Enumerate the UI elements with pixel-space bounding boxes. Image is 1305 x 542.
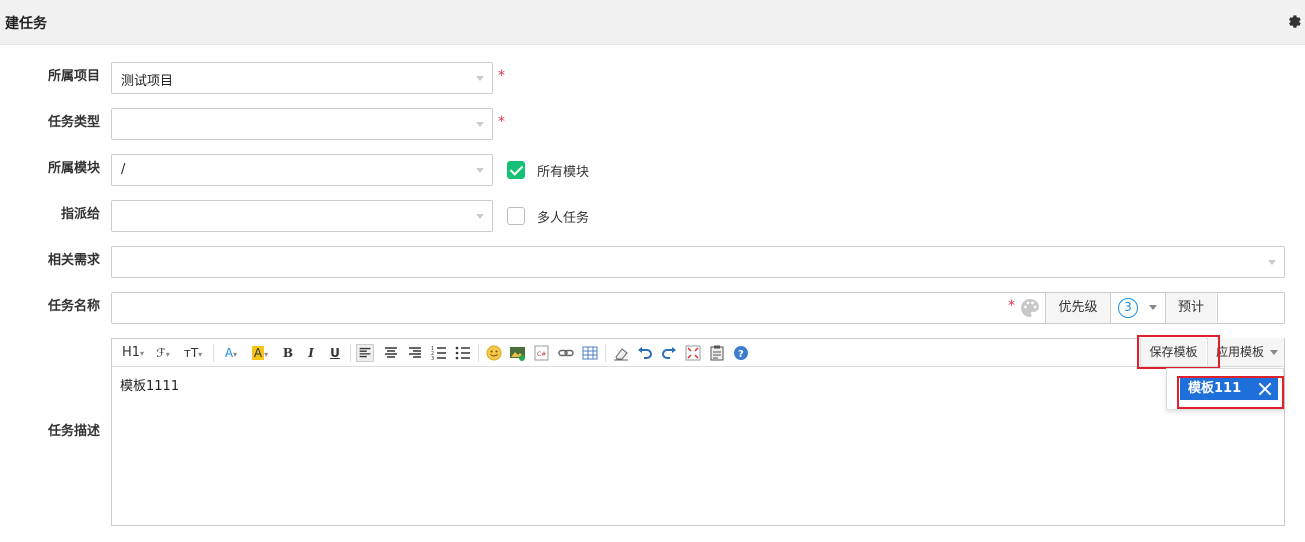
eraser-icon[interactable]	[612, 344, 630, 362]
code-icon[interactable]: C#	[533, 344, 551, 362]
align-right-icon[interactable]	[406, 344, 424, 362]
underline-button[interactable]: U	[327, 344, 343, 362]
help-icon[interactable]: ?	[732, 344, 750, 362]
image-icon[interactable]	[509, 344, 527, 362]
emoticon-icon[interactable]	[485, 344, 503, 362]
task-name-label: 任务名称	[47, 299, 100, 314]
project-select[interactable]: 测试项目	[111, 62, 493, 94]
chevron-down-icon	[476, 214, 484, 219]
align-left-icon[interactable]	[356, 344, 374, 362]
chevron-down-icon	[476, 168, 484, 173]
chevron-down-icon	[476, 76, 484, 81]
module-value: /	[121, 162, 126, 177]
all-modules-label: 所有模块	[537, 165, 590, 180]
estimate-label: 预计	[1165, 293, 1216, 323]
highlight-box	[1137, 335, 1220, 369]
assignee-select[interactable]	[111, 200, 493, 232]
table-icon[interactable]	[581, 344, 599, 362]
font-family-button[interactable]: ℱ▾	[152, 344, 174, 362]
project-value: 测试项目	[121, 74, 174, 89]
story-label: 相关需求	[47, 253, 100, 268]
project-label: 所属项目	[47, 69, 100, 84]
story-select[interactable]	[111, 246, 1285, 278]
description-label: 任务描述	[47, 424, 100, 439]
module-label: 所属模块	[47, 161, 100, 176]
align-center-icon[interactable]	[382, 344, 400, 362]
gear-icon[interactable]	[1286, 13, 1304, 31]
ordered-list-icon[interactable]: 123	[430, 344, 448, 362]
bold-button[interactable]: B	[280, 344, 296, 362]
link-icon[interactable]	[557, 344, 575, 362]
all-modules-checkbox[interactable]	[507, 161, 525, 179]
task-type-select[interactable]	[111, 108, 493, 140]
required-mark: *	[1008, 298, 1015, 314]
task-name-input[interactable]	[113, 294, 1003, 322]
multi-task-checkbox[interactable]	[507, 207, 525, 225]
svg-text:?: ?	[738, 349, 744, 360]
multi-task-label: 多人任务	[537, 211, 590, 226]
required-mark: *	[498, 68, 505, 84]
module-select[interactable]: /	[111, 154, 493, 186]
undo-icon[interactable]	[636, 344, 654, 362]
italic-button[interactable]: I	[303, 344, 319, 362]
rich-text-editor: H1▾ ℱ▾ тT▾ A▾ A ▾ B I U 123 C# ? 模板1111	[111, 338, 1285, 526]
palette-icon[interactable]	[1020, 298, 1040, 318]
apply-template-label: 应用模板	[1216, 345, 1265, 359]
editor-content[interactable]: 模板1111	[120, 375, 179, 394]
assignee-label: 指派给	[60, 207, 100, 222]
page-title: 建任务	[5, 16, 47, 32]
priority-select[interactable]: 3	[1110, 293, 1165, 323]
heading-button[interactable]: H1▾	[120, 344, 146, 362]
chevron-down-icon	[476, 122, 484, 127]
task-type-label: 任务类型	[47, 115, 100, 130]
chevron-down-icon	[1268, 260, 1276, 265]
priority-label: 优先级	[1045, 293, 1110, 323]
font-size-button[interactable]: тT▾	[180, 344, 206, 362]
unordered-list-icon[interactable]	[454, 344, 472, 362]
page-header: 建任务	[0, 0, 1305, 45]
svg-text:3: 3	[431, 356, 434, 362]
chevron-down-icon	[1270, 350, 1278, 355]
paste-icon[interactable]	[708, 344, 726, 362]
highlight-box	[1177, 376, 1284, 409]
chevron-down-icon	[1149, 305, 1157, 310]
redo-icon[interactable]	[660, 344, 678, 362]
svg-text:C#: C#	[537, 351, 546, 358]
estimate-input[interactable]	[1217, 294, 1283, 322]
priority-value: 3	[1118, 298, 1138, 318]
required-mark: *	[498, 114, 505, 130]
bg-color-button[interactable]: A ▾	[248, 344, 272, 362]
editor-toolbar: H1▾ ℱ▾ тT▾ A▾ A ▾ B I U 123 C# ?	[112, 339, 1284, 367]
font-color-button[interactable]: A▾	[220, 344, 242, 362]
fullscreen-icon[interactable]	[684, 344, 702, 362]
